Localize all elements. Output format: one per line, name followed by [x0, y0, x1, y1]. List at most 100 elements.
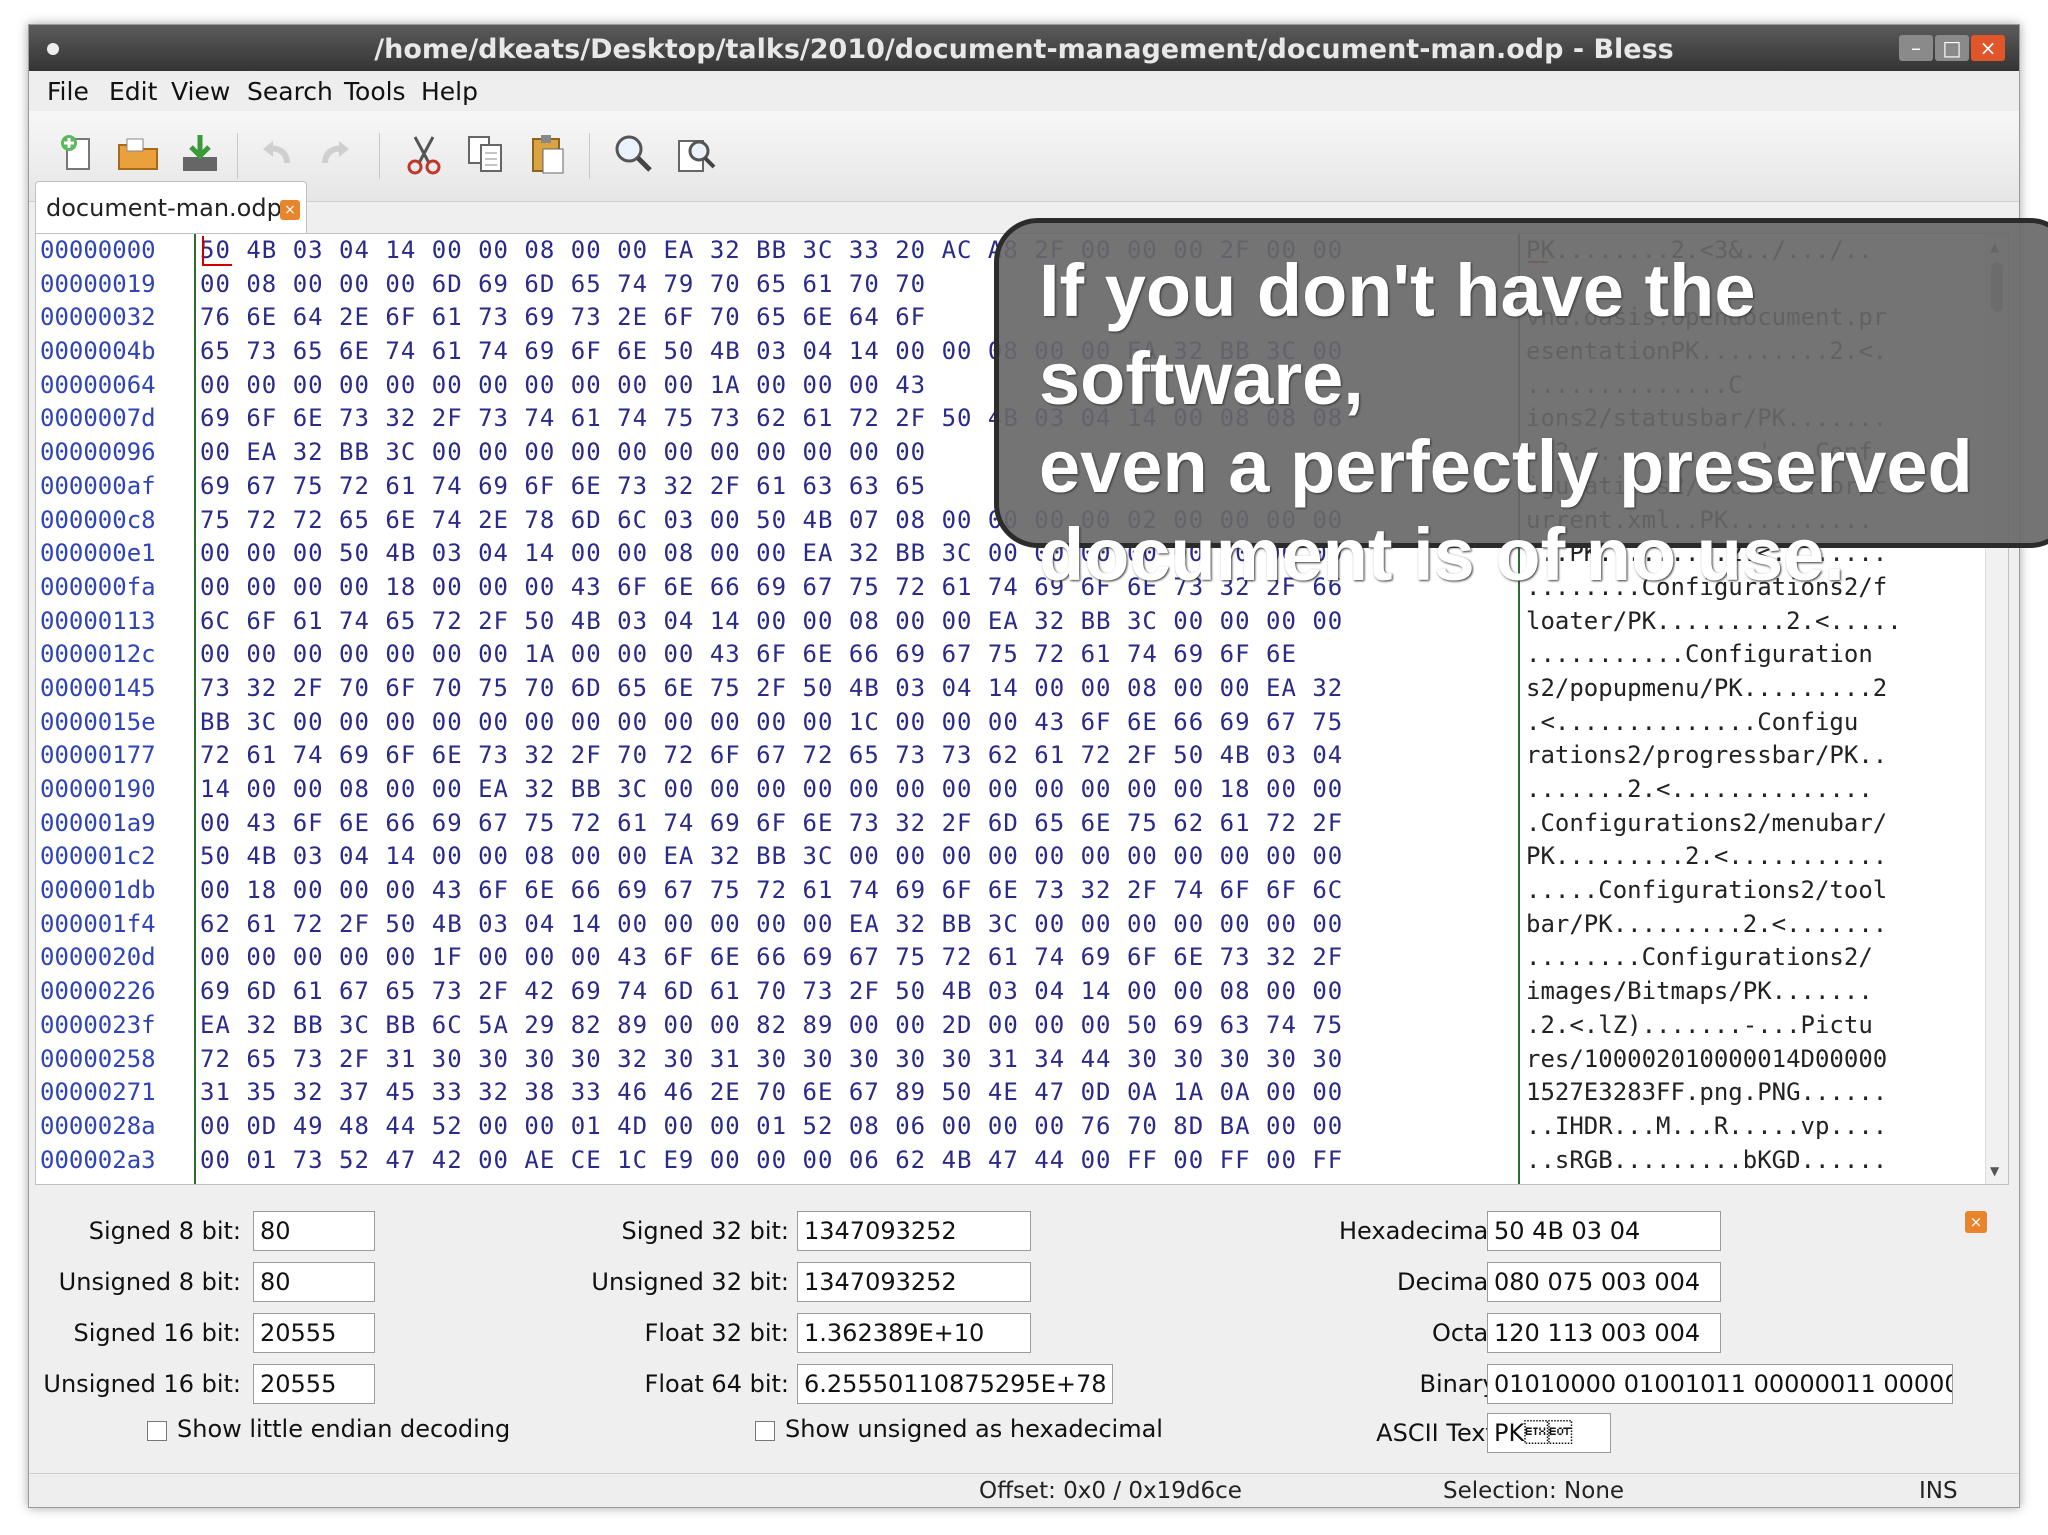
status-bar: Offset: 0x0 / 0x19d6ce Selection: None I…: [29, 1473, 2019, 1507]
new-file-icon[interactable]: [53, 129, 103, 179]
find-replace-icon[interactable]: [671, 129, 721, 179]
open-folder-icon[interactable]: [113, 129, 163, 179]
octal-field[interactable]: 120 113 003 004: [1487, 1313, 1721, 1353]
offset-cell: 0000023f: [40, 1010, 156, 1039]
unsigned32-field[interactable]: 1347093252: [797, 1262, 1031, 1302]
status-mode[interactable]: INS: [1919, 1478, 1958, 1504]
menu-edit[interactable]: Edit: [109, 77, 157, 106]
octal-label: Octal:: [1432, 1319, 1503, 1347]
hex-row[interactable]: 72 65 73 2F 31 30 30 30 30 32 30 31 30 3…: [200, 1043, 1510, 1077]
paste-icon[interactable]: [523, 129, 573, 179]
float64-field[interactable]: 6.25550110875295E+78: [797, 1364, 1113, 1404]
menu-view[interactable]: View: [171, 77, 230, 106]
cut-icon[interactable]: [399, 129, 449, 179]
minimize-button[interactable]: –: [1899, 35, 1933, 61]
ascii-row[interactable]: ........Configurations2/: [1526, 941, 1986, 975]
hex-row[interactable]: 50 4B 03 04 14 00 00 08 00 00 EA 32 BB 3…: [200, 840, 1510, 874]
binary-label: Binary:: [1419, 1370, 1503, 1398]
close-panel-icon[interactable]: ×: [1965, 1211, 1987, 1233]
decimal-label: Decimal:: [1397, 1268, 1503, 1296]
find-icon[interactable]: [609, 129, 659, 179]
ascii-row[interactable]: ..IHDR...M...R.....vp....: [1526, 1110, 1986, 1144]
offset-cell: 000000c8: [40, 505, 156, 534]
offset-cell: 000001f4: [40, 909, 156, 938]
hex-field[interactable]: 50 4B 03 04: [1487, 1211, 1721, 1251]
unsigned8-label: Unsigned 8 bit:: [58, 1268, 241, 1296]
hex-row[interactable]: 31 35 32 37 45 33 32 38 33 46 46 2E 70 6…: [200, 1076, 1510, 1110]
close-button[interactable]: ×: [1971, 35, 2005, 61]
tab-close-icon[interactable]: ×: [280, 200, 300, 220]
signed8-field[interactable]: 80: [253, 1211, 375, 1251]
hex-row[interactable]: 00 43 6F 6E 66 69 67 75 72 61 74 69 6F 6…: [200, 807, 1510, 841]
hex-row[interactable]: 00 01 73 52 47 42 00 AE CE 1C E9 00 00 0…: [200, 1144, 1510, 1178]
ascii-row[interactable]: res/100002010000014D00000: [1526, 1043, 1986, 1077]
menu-tools[interactable]: Tools: [344, 77, 406, 106]
hex-row[interactable]: 69 6D 61 67 65 73 2F 42 69 74 6D 61 70 7…: [200, 975, 1510, 1009]
toolbar: [29, 111, 2019, 202]
offset-cell: 00000064: [40, 370, 156, 399]
unsigned-hex-checkbox[interactable]: [755, 1421, 775, 1441]
ascii-row[interactable]: s2/popupmenu/PK.........2: [1526, 672, 1986, 706]
ascii-row[interactable]: ..sRGB.........bKGD......: [1526, 1144, 1986, 1178]
signed16-field[interactable]: 20555: [253, 1313, 375, 1353]
scroll-down-icon[interactable]: ▼: [1990, 1164, 1999, 1178]
offset-cell: 00000177: [40, 741, 156, 770]
ascii-row[interactable]: ...........Configuration: [1526, 638, 1986, 672]
offset-cell: 00000145: [40, 673, 156, 702]
hex-row[interactable]: 00 00 00 00 00 1F 00 00 00 43 6F 6E 66 6…: [200, 941, 1510, 975]
unsigned16-field[interactable]: 20555: [253, 1364, 375, 1404]
offset-divider: [194, 234, 196, 1184]
undo-icon[interactable]: [251, 129, 301, 179]
ascii-row[interactable]: .Configurations2/menubar/: [1526, 807, 1986, 841]
ascii-row[interactable]: .....Configurations2/tool: [1526, 874, 1986, 908]
ascii-row[interactable]: .......2.<..............: [1526, 773, 1986, 807]
ascii-text-field[interactable]: PK: [1487, 1413, 1611, 1453]
offset-cell: 000001a9: [40, 808, 156, 837]
window-title: /home/dkeats/Desktop/talks/2010/document…: [374, 34, 1674, 65]
little-endian-label[interactable]: Show little endian decoding: [177, 1415, 510, 1443]
hex-row[interactable]: 00 0D 49 48 44 52 00 00 01 4D 00 00 01 5…: [200, 1110, 1510, 1144]
float32-label: Float 32 bit:: [644, 1319, 789, 1347]
menu-help[interactable]: Help: [421, 77, 478, 106]
ascii-row[interactable]: rations2/progressbar/PK..: [1526, 739, 1986, 773]
hex-row[interactable]: 73 32 2F 70 6F 70 75 70 6D 65 6E 75 2F 5…: [200, 672, 1510, 706]
ascii-row[interactable]: bar/PK.........2.<.......: [1526, 908, 1986, 942]
ascii-row[interactable]: images/Bitmaps/PK.......: [1526, 975, 1986, 1009]
unsigned16-label: Unsigned 16 bit:: [43, 1370, 241, 1398]
decimal-field[interactable]: 080 075 003 004: [1487, 1262, 1721, 1302]
hex-row[interactable]: 00 00 00 00 00 00 00 1A 00 00 00 43 6F 6…: [200, 638, 1510, 672]
ascii-text-label: ASCII Text:: [1376, 1419, 1503, 1447]
unsigned-hex-label[interactable]: Show unsigned as hexadecimal: [785, 1415, 1163, 1443]
float32-field[interactable]: 1.362389E+10: [797, 1313, 1031, 1353]
signed32-field[interactable]: 1347093252: [797, 1211, 1031, 1251]
copy-icon[interactable]: [461, 129, 511, 179]
offset-cell: 00000000: [40, 236, 156, 264]
hex-row[interactable]: 14 00 00 08 00 00 EA 32 BB 3C 00 00 00 0…: [200, 773, 1510, 807]
hex-row[interactable]: 00 18 00 00 00 43 6F 6E 66 69 67 75 72 6…: [200, 874, 1510, 908]
ascii-row[interactable]: .2.<.lZ).......-...Pictu: [1526, 1009, 1986, 1043]
ascii-row[interactable]: 1527E3283FF.png.PNG......: [1526, 1076, 1986, 1110]
unsigned8-field[interactable]: 80: [253, 1262, 375, 1302]
offset-cell: 0000028a: [40, 1111, 156, 1140]
redo-icon[interactable]: [311, 129, 361, 179]
offset-cell: 0000007d: [40, 404, 156, 433]
title-bar[interactable]: /home/dkeats/Desktop/talks/2010/document…: [29, 25, 2019, 71]
maximize-button[interactable]: □: [1935, 35, 1969, 61]
signed16-label: Signed 16 bit:: [73, 1319, 241, 1347]
save-icon[interactable]: [175, 129, 225, 179]
hex-row[interactable]: EA 32 BB 3C BB 6C 5A 29 82 89 00 00 82 8…: [200, 1009, 1510, 1043]
hex-row[interactable]: 6C 6F 61 74 65 72 2F 50 4B 03 04 14 00 0…: [200, 605, 1510, 639]
hex-cursor: [202, 236, 232, 266]
tab-document[interactable]: document-man.odp ×: [35, 181, 307, 234]
offset-column: 00000000 00000019 00000032 0000004b 00000064…: [40, 234, 192, 1177]
ascii-row[interactable]: .<..............Configu: [1526, 706, 1986, 740]
ascii-row[interactable]: loater/PK.........2.<.....: [1526, 605, 1986, 639]
ascii-row[interactable]: PK.........2.<...........: [1526, 840, 1986, 874]
menu-file[interactable]: File: [47, 77, 89, 106]
hex-row[interactable]: BB 3C 00 00 00 00 00 00 00 00 00 00 00 0…: [200, 706, 1510, 740]
little-endian-checkbox[interactable]: [147, 1421, 167, 1441]
menu-search[interactable]: Search: [247, 77, 333, 106]
hex-row[interactable]: 62 61 72 2F 50 4B 03 04 14 00 00 00 00 0…: [200, 908, 1510, 942]
hex-row[interactable]: 72 61 74 69 6F 6E 73 32 2F 70 72 6F 67 7…: [200, 739, 1510, 773]
binary-field[interactable]: 01010000 01001011 00000011 00000100: [1487, 1364, 1953, 1404]
